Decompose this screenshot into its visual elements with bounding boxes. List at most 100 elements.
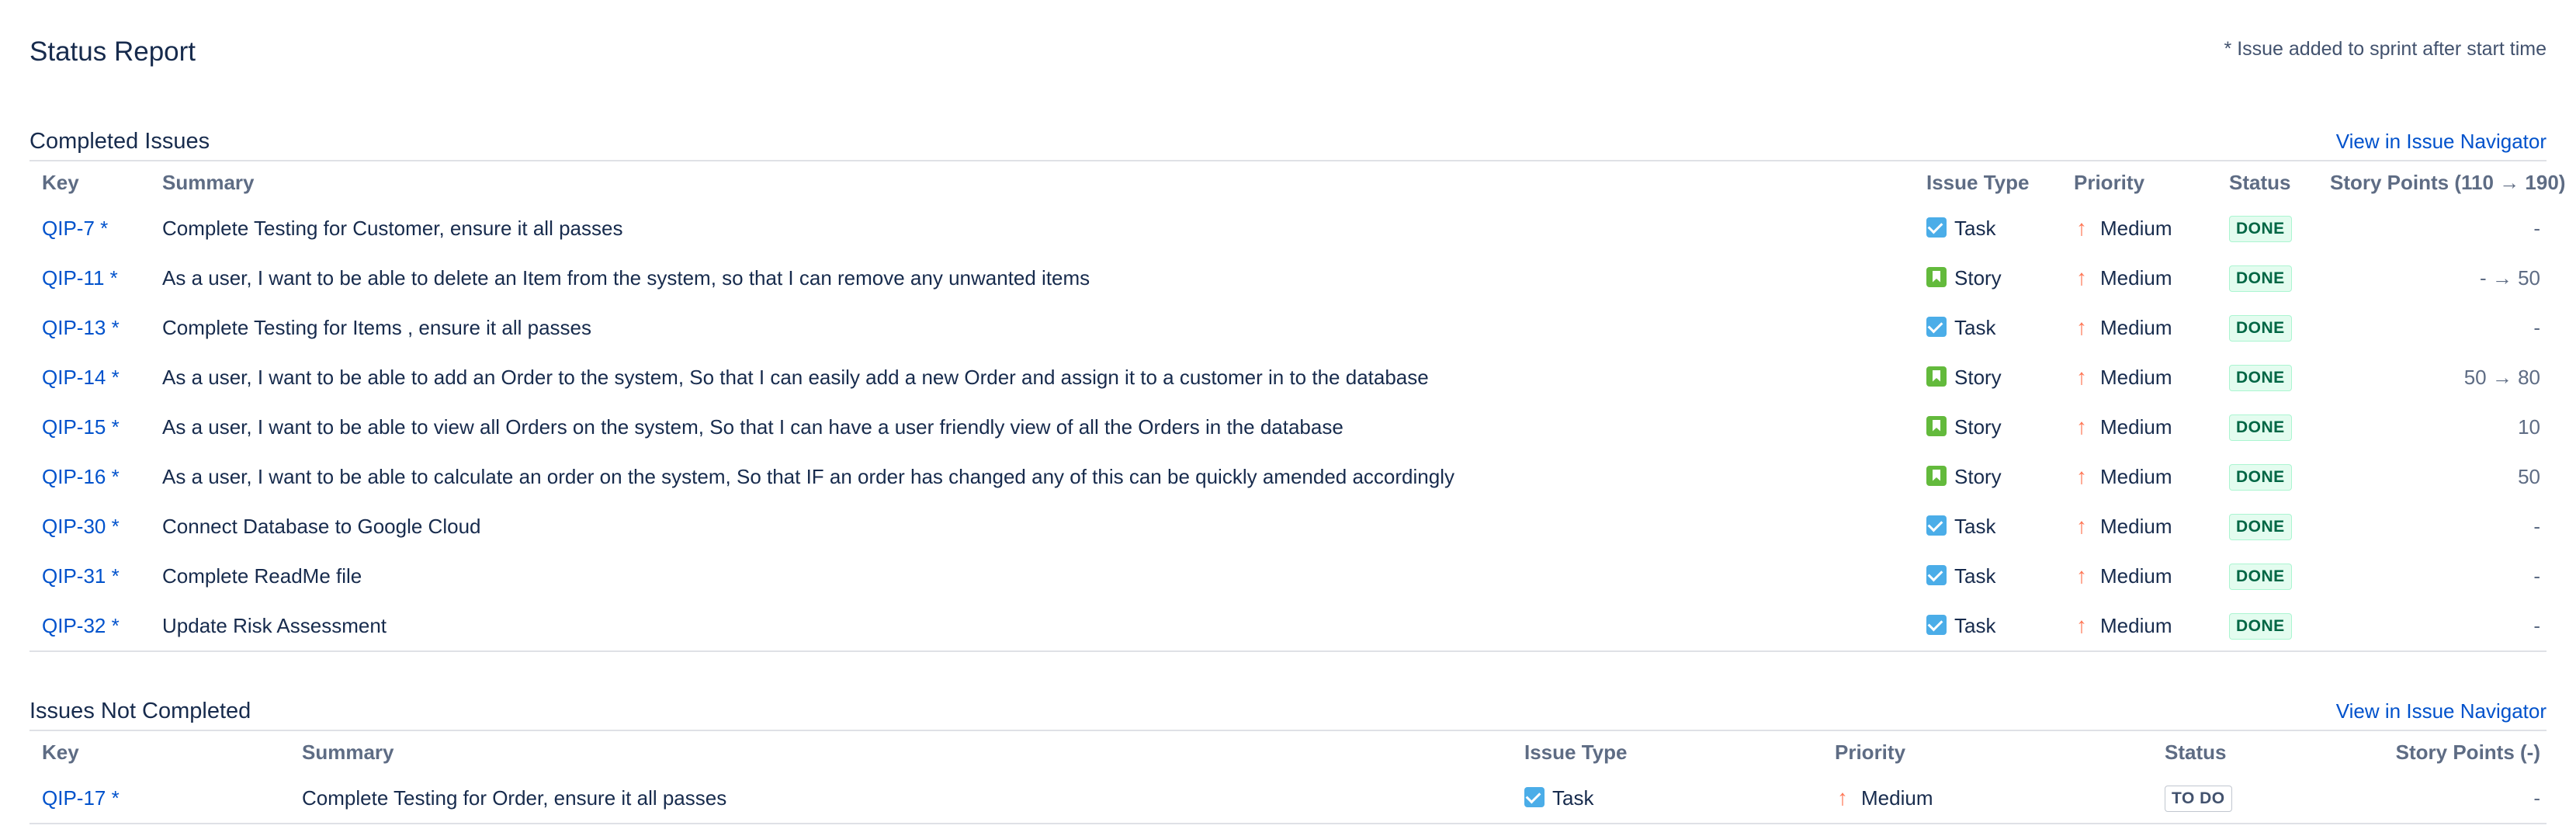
column-priority[interactable]: Priority xyxy=(2061,161,2217,203)
priority-cell: ↑ Medium xyxy=(2061,551,2217,601)
issue-type-cell: Task xyxy=(1914,303,2061,352)
arrow-up-icon: ↑ xyxy=(2076,514,2087,538)
issue-key-cell: QIP-17 * xyxy=(29,773,289,824)
column-story-points[interactable]: Story Points (110 → 190) xyxy=(2318,161,2565,203)
issue-key-link[interactable]: QIP-31 * xyxy=(42,564,120,588)
issue-key-link[interactable]: QIP-7 * xyxy=(42,217,108,240)
column-key[interactable]: Key xyxy=(29,161,150,203)
table-row[interactable]: QIP-31 * Complete ReadMe file Task ↑ Medium D… xyxy=(29,551,2547,601)
issue-key-link[interactable]: QIP-13 * xyxy=(42,316,120,339)
issue-key-cell: QIP-16 * xyxy=(29,452,150,501)
issue-summary: As a user, I want to be able to delete a… xyxy=(162,265,1090,290)
issue-key-cell: QIP-7 * xyxy=(29,203,150,253)
status-badge: DONE xyxy=(2229,364,2292,391)
issue-key-link[interactable]: QIP-32 * xyxy=(42,614,120,637)
story-points: - xyxy=(2533,613,2540,637)
column-issue-type[interactable]: Issue Type xyxy=(1512,730,1822,773)
issue-type-label: Task xyxy=(1954,514,1996,538)
priority-cell: ↑ Medium xyxy=(2061,303,2217,352)
issue-key-link[interactable]: QIP-16 * xyxy=(42,465,120,488)
arrow-up-icon: ↑ xyxy=(2076,265,2087,290)
status-badge: TO DO xyxy=(2165,785,2232,812)
issue-key-link[interactable]: QIP-11 * xyxy=(42,266,118,290)
not-completed-issues-title: Issues Not Completed xyxy=(29,699,251,723)
issue-key-cell: QIP-11 * xyxy=(29,253,150,303)
column-summary[interactable]: Summary xyxy=(150,161,1914,203)
issue-summary: Complete Testing for Items , ensure it a… xyxy=(162,315,591,339)
issue-key-link[interactable]: QIP-14 * xyxy=(42,366,120,389)
priority-label: Medium xyxy=(2100,217,2172,240)
arrow-up-icon: ↑ xyxy=(2076,315,2087,339)
arrow-up-icon: ↑ xyxy=(1837,786,1848,810)
status-badge: DONE xyxy=(2229,265,2292,292)
priority-label: Medium xyxy=(2100,564,2172,588)
arrow-up-icon: ↑ xyxy=(2076,414,2087,439)
arrow-up-icon: ↑ xyxy=(2076,613,2087,637)
not-completed-view-navigator-link[interactable]: View in Issue Navigator xyxy=(2336,697,2547,725)
column-status[interactable]: Status xyxy=(2217,161,2318,203)
issue-type-label: Story xyxy=(1954,464,2002,488)
column-priority[interactable]: Priority xyxy=(1822,730,2152,773)
task-icon xyxy=(1524,786,1545,807)
story-points: - xyxy=(2533,564,2540,588)
status-report: Status Report * Issue added to sprint af… xyxy=(29,0,2576,829)
column-status[interactable]: Status xyxy=(2152,730,2377,773)
issue-key-link[interactable]: QIP-30 * xyxy=(42,515,120,538)
status-cell: DONE xyxy=(2217,203,2318,253)
table-row[interactable]: QIP-14 * As a user, I want to be able to … xyxy=(29,352,2547,402)
arrow-up-icon: ↑ xyxy=(2076,564,2087,588)
issue-summary: As a user, I want to be able to add an O… xyxy=(162,365,1429,389)
priority-label: Medium xyxy=(2100,515,2172,538)
story-points: - xyxy=(2533,216,2540,240)
not-completed-issues-section: Issues Not Completed View in Issue Navig… xyxy=(29,689,2547,829)
issue-summary: Connect Database to Google Cloud xyxy=(162,514,481,538)
completed-view-navigator-link[interactable]: View in Issue Navigator xyxy=(2336,127,2547,155)
status-cell: DONE xyxy=(2217,452,2318,501)
table-row[interactable]: QIP-7 * Complete Testing for Customer, en… xyxy=(29,203,2547,253)
status-cell: DONE xyxy=(2217,352,2318,402)
completed-issues-body: QIP-7 * Complete Testing for Customer, en… xyxy=(29,203,2547,651)
table-row[interactable]: QIP-15 * As a user, I want to be able to … xyxy=(29,402,2547,452)
task-icon xyxy=(1926,614,1947,635)
issue-type-label: Task xyxy=(1954,315,1996,339)
column-issue-type[interactable]: Issue Type xyxy=(1914,161,2061,203)
issue-key-cell: QIP-30 * xyxy=(29,501,150,551)
table-row[interactable]: QIP-13 * Complete Testing for Items , ens… xyxy=(29,303,2547,352)
report-header: Status Report * Issue added to sprint af… xyxy=(29,0,2547,101)
column-key[interactable]: Key xyxy=(29,730,289,773)
issue-key-link[interactable]: QIP-17 * xyxy=(42,786,120,810)
status-cell: DONE xyxy=(2217,402,2318,452)
column-story-points[interactable]: Story Points (-) xyxy=(2377,730,2547,773)
priority-label: Medium xyxy=(2100,614,2172,637)
table-row[interactable]: QIP-11 * As a user, I want to be able to … xyxy=(29,253,2547,303)
issue-type-cell: Story xyxy=(1914,402,2061,452)
issue-type-label: Task xyxy=(1954,564,1996,588)
page-title: Status Report xyxy=(29,36,196,67)
task-icon xyxy=(1926,316,1947,337)
table-row[interactable]: QIP-16 * As a user, I want to be able to … xyxy=(29,452,2547,501)
status-cell: DONE xyxy=(2217,601,2318,651)
issue-type-cell: Story xyxy=(1914,452,2061,501)
status-badge: DONE xyxy=(2229,513,2292,540)
story-points: 50 → 80 xyxy=(2463,365,2540,389)
issue-key-link[interactable]: QIP-15 * xyxy=(42,415,120,439)
issue-summary: As a user, I want to be able to calculat… xyxy=(162,464,1454,488)
issue-key-cell: QIP-31 * xyxy=(29,551,150,601)
issue-summary: Complete ReadMe file xyxy=(162,564,362,588)
priority-label: Medium xyxy=(2100,316,2172,339)
table-row[interactable]: QIP-32 * Update Risk Assessment Task ↑ Mediu… xyxy=(29,601,2547,651)
arrow-up-icon: ↑ xyxy=(2076,216,2087,240)
priority-label: Medium xyxy=(2100,266,2172,290)
column-summary[interactable]: Summary xyxy=(289,730,1512,773)
not-completed-issues-body: QIP-17 * Complete Testing for Order, ensu… xyxy=(29,773,2547,824)
issue-type-cell: Task xyxy=(1914,203,2061,253)
table-row[interactable]: QIP-17 * Complete Testing for Order, ensu… xyxy=(29,773,2547,824)
status-badge: DONE xyxy=(2229,612,2292,640)
issue-key-cell: QIP-32 * xyxy=(29,601,150,651)
sprint-note: * Issue added to sprint after start time xyxy=(2224,38,2547,60)
completed-issues-title: Completed Issues xyxy=(29,129,210,154)
completed-issues-section: Completed Issues View in Issue Navigator… xyxy=(29,120,2565,655)
status-badge: DONE xyxy=(2229,414,2292,441)
arrow-up-icon: ↑ xyxy=(2076,464,2087,488)
table-row[interactable]: QIP-30 * Connect Database to Google Cloud… xyxy=(29,501,2547,551)
